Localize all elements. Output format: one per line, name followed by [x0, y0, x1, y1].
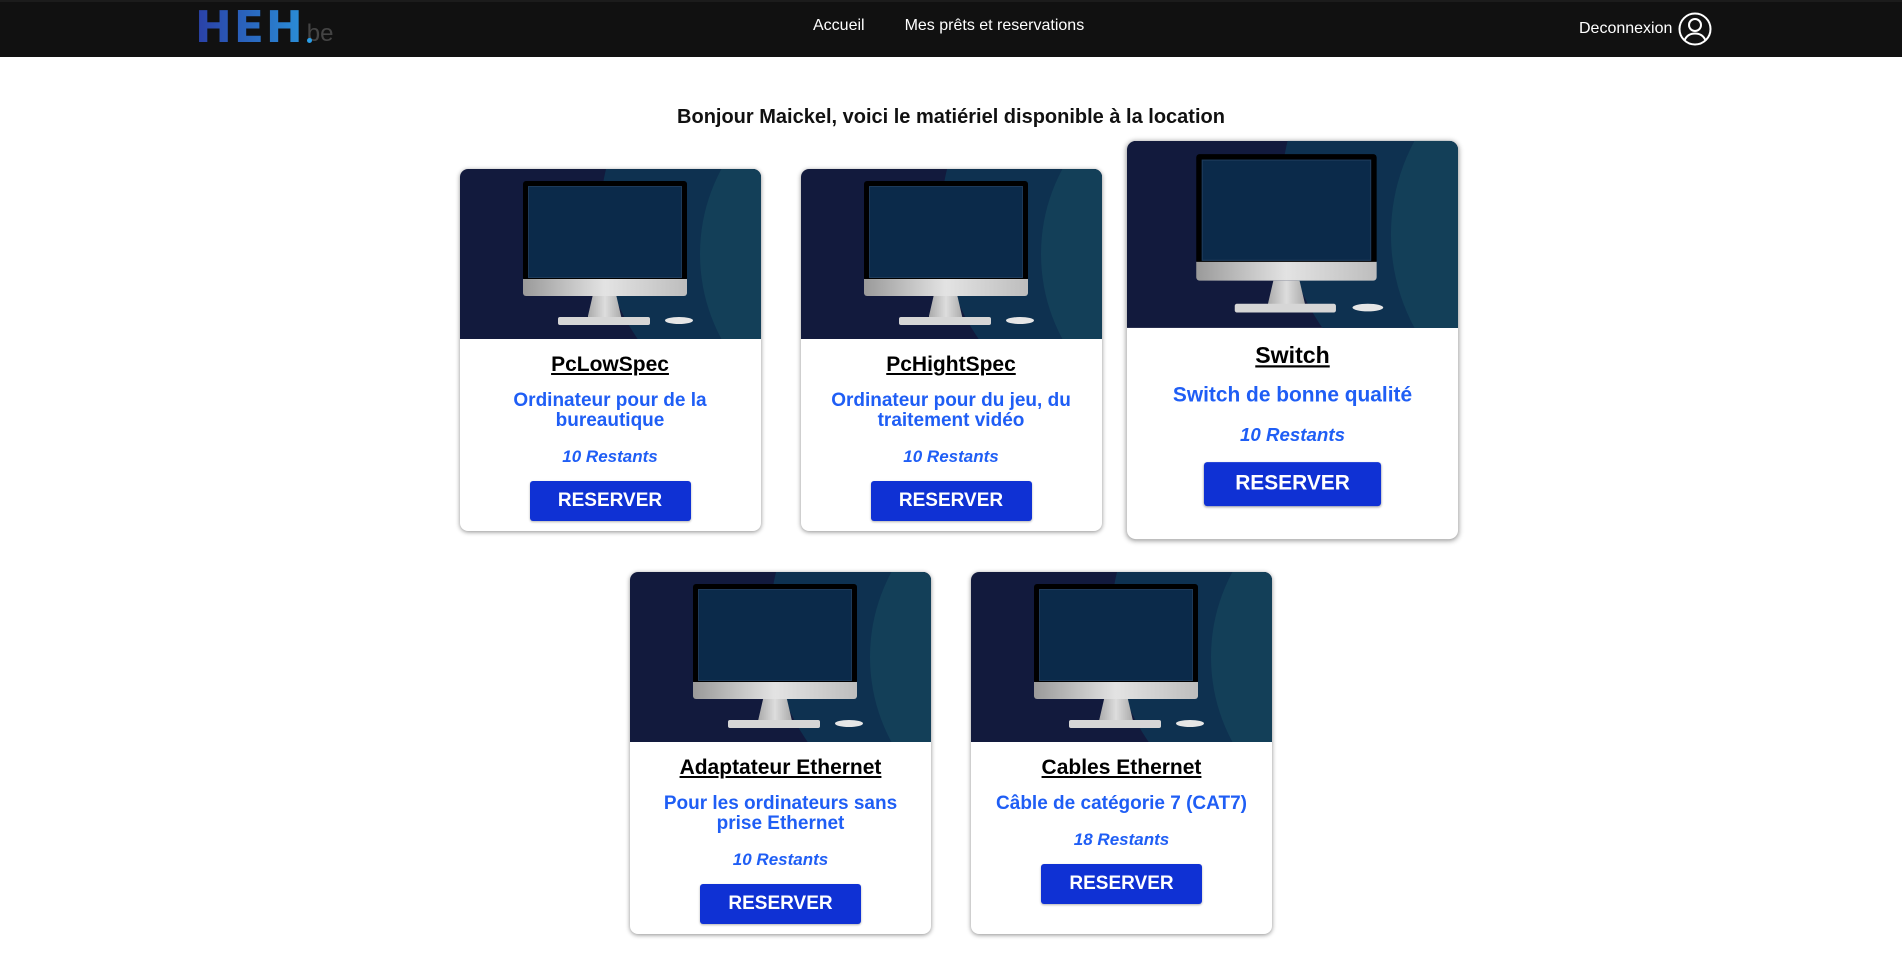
nav-mes-prets[interactable]: Mes prêts et reservations [905, 17, 1085, 35]
reserve-button[interactable]: RESERVER [870, 481, 1032, 521]
equipment-description: Câble de catégorie 7 (CAT7) [996, 793, 1247, 814]
logout-button[interactable]: Deconnexion [1579, 12, 1712, 46]
equipment-card: PcLowSpec Ordinateur pour de la bureauti… [459, 169, 761, 531]
equipment-remaining: 10 Restants [562, 447, 658, 466]
equipment-remaining: 10 Restants [732, 850, 829, 869]
equipment-title: Cables Ethernet [1041, 756, 1202, 779]
equipment-image [459, 169, 761, 339]
equipment-card: PcHightSpec Ordinateur pour du jeu, du t… [800, 169, 1102, 531]
equipment-image [800, 169, 1102, 339]
equipment-grid: PcLowSpec Ordinateur pour de la bureauti… [0, 140, 1902, 934]
heh-logo[interactable]: HEH be [195, 6, 333, 50]
equipment-card: Switch Switch de bonne qualité 10 Restan… [1126, 140, 1458, 540]
equipment-card: Cables Ethernet Câble de catégorie 7 (CA… [971, 572, 1272, 934]
equipment-remaining: 10 Restants [903, 447, 999, 466]
equipment-card: Adaptateur Ethernet Pour les ordinateurs… [630, 572, 931, 934]
reserve-button[interactable]: RESERVER [1041, 864, 1202, 904]
equipment-title: Adaptateur Ethernet [679, 756, 882, 779]
navbar: HEH be Accueil Mes prêts et reservations … [0, 0, 1902, 57]
equipment-image [971, 572, 1272, 742]
equipment-description: Ordinateur pour de la bureautique [513, 390, 707, 431]
equipment-description: Switch de bonne qualité [1172, 384, 1412, 408]
equipment-image [630, 572, 931, 742]
reserve-button[interactable]: RESERVER [529, 481, 691, 521]
equipment-title: PcHightSpec [886, 353, 1016, 376]
equipment-remaining: 10 Restants [1239, 424, 1345, 446]
logout-label: Deconnexion [1579, 20, 1673, 37]
nav-accueil[interactable]: Accueil [813, 17, 865, 35]
equipment-description: Ordinateur pour du jeu, du traitement vi… [831, 390, 1071, 431]
equipment-title: Switch [1254, 343, 1330, 369]
page-title: Bonjour Maickel, voici le matiériel disp… [677, 106, 1225, 128]
equipment-title: PcLowSpec [551, 353, 669, 376]
equipment-remaining: 18 Restants [1073, 830, 1170, 849]
reserve-button[interactable]: RESERVER [1203, 462, 1381, 507]
equipment-image [1126, 140, 1458, 328]
user-circle-icon [1678, 12, 1712, 46]
reserve-button[interactable]: RESERVER [700, 884, 861, 924]
equipment-description: Pour les ordinateurs sans prise Ethernet [663, 793, 898, 834]
